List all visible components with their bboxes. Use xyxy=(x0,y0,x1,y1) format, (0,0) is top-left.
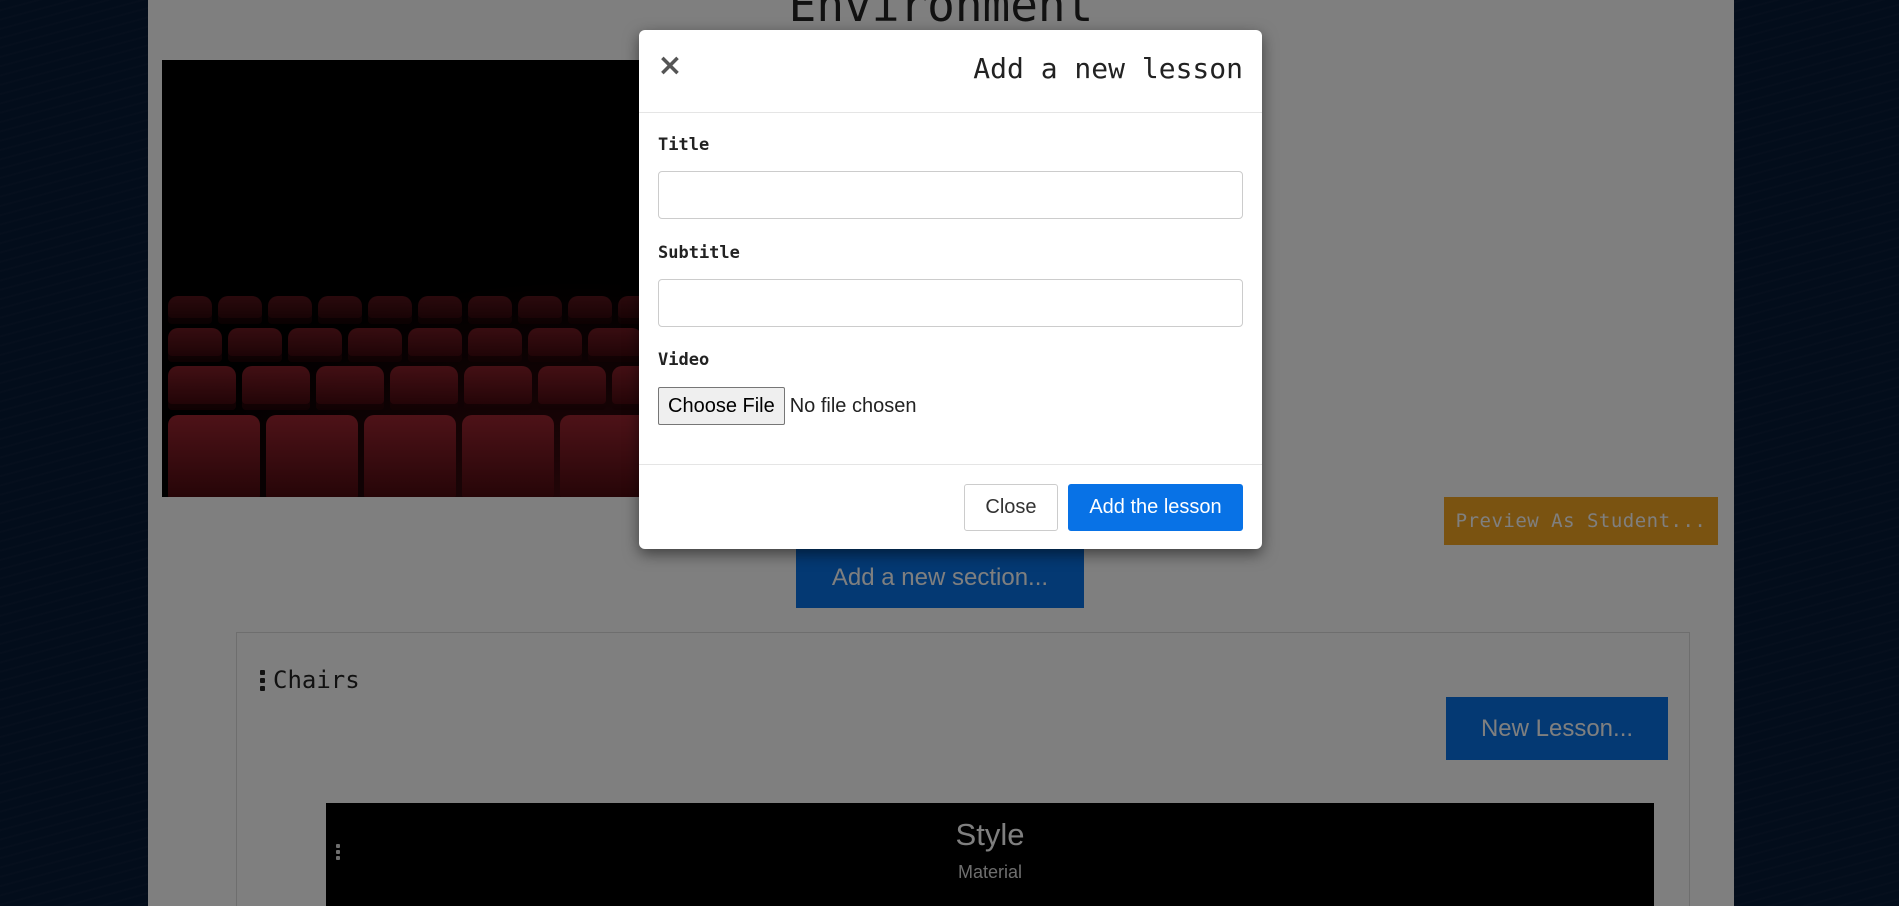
modal-title: Add a new lesson xyxy=(973,52,1243,85)
title-label: Title xyxy=(658,135,710,155)
close-button[interactable]: Close xyxy=(964,484,1058,531)
video-file-picker[interactable]: Choose File No file chosen xyxy=(658,387,916,425)
modal-footer: Close Add the lesson xyxy=(639,464,1262,549)
choose-file-button[interactable]: Choose File xyxy=(658,387,785,425)
subtitle-input[interactable] xyxy=(658,279,1243,327)
close-icon[interactable]: × xyxy=(657,50,683,82)
modal-header: × Add a new lesson xyxy=(639,30,1262,113)
add-lesson-modal: × Add a new lesson Title Subtitle Video … xyxy=(639,30,1262,549)
title-input[interactable] xyxy=(658,171,1243,219)
subtitle-label: Subtitle xyxy=(658,243,740,263)
file-status: No file chosen xyxy=(789,394,917,417)
add-lesson-button[interactable]: Add the lesson xyxy=(1068,484,1243,531)
video-label: Video xyxy=(658,350,710,370)
